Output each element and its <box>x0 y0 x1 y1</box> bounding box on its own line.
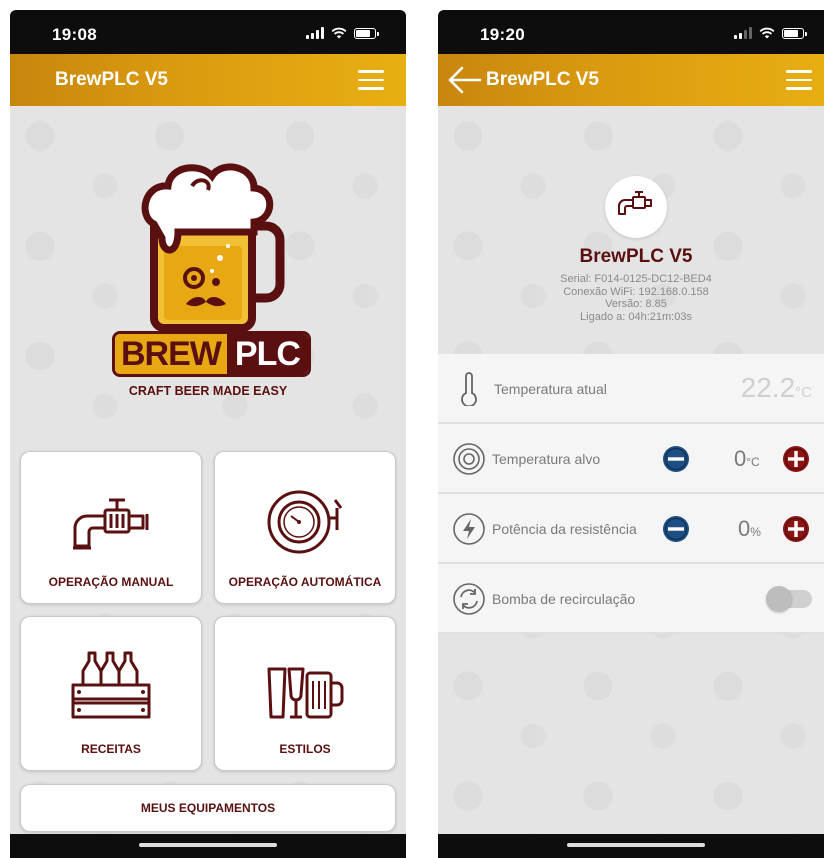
device-screen: 19:20 BrewPLC V5 BrewPLC V5 Serial: F014… <box>438 10 824 858</box>
home-screen: 19:08 BrewPLC V5 BREW PLC CRAFT BEER MAD… <box>10 10 406 858</box>
app-header: BrewPLC V5 <box>438 54 824 106</box>
current-temperature-value: 22.2°C <box>740 372 812 403</box>
device-version: Versão: 8.85 <box>605 298 667 310</box>
battery-icon <box>782 27 807 39</box>
device-uptime: Ligado a: 04h:21m:03s <box>580 310 692 323</box>
target-icon <box>453 443 485 475</box>
app-header: BrewPLC V5 <box>10 54 406 106</box>
wifi-icon <box>759 27 775 39</box>
current-temperature-row: Temperatura atual 22.2°C <box>438 354 824 424</box>
cellular-signal-icon <box>734 27 752 39</box>
manual-operation-label: OPERAÇÃO MANUAL <box>48 575 174 589</box>
app-title: BrewPLC V5 <box>55 69 168 90</box>
recirculation-pump-row: Bomba de recirculação <box>438 564 824 634</box>
cellular-signal-icon <box>306 27 324 39</box>
device-faucet-icon <box>605 176 667 238</box>
my-equipment-label: MEUS EQUIPAMENTOS <box>140 801 276 815</box>
status-bar: 19:20 <box>438 10 824 54</box>
heater-power-row: Potência da resistência 0% <box>438 494 824 564</box>
timer-keg-icon <box>267 490 343 554</box>
lightning-icon <box>453 513 485 545</box>
thermometer-icon <box>461 372 477 406</box>
manual-operation-button[interactable]: OPERAÇÃO MANUAL <box>20 451 202 604</box>
status-bar: 19:08 <box>10 10 406 54</box>
recirculation-icon <box>453 583 485 615</box>
recipes-label: RECEITAS <box>81 742 141 756</box>
brand-right: PLC <box>226 334 308 374</box>
status-time: 19:20 <box>480 25 525 44</box>
glasses-icon <box>267 667 344 719</box>
recirculation-pump-label: Bomba de recirculação <box>492 591 636 607</box>
styles-label: ESTILOS <box>279 742 331 756</box>
device-content: BrewPLC V5 Serial: F014-0125-DC12-BED4 C… <box>438 106 824 858</box>
device-info: Serial: F014-0125-DC12-BED4 Conexão WiFi… <box>438 273 824 323</box>
brand-tagline: CRAFT BEER MADE EASY <box>128 384 288 398</box>
recirculation-pump-toggle[interactable] <box>766 586 812 612</box>
app-title: BrewPLC V5 <box>486 69 599 90</box>
heater-power-value: 0% <box>738 516 761 541</box>
heater-power-increase-button[interactable] <box>782 515 810 543</box>
status-indicators <box>306 26 379 40</box>
target-temperature-increase-button[interactable] <box>782 445 810 473</box>
home-content: BREW PLC CRAFT BEER MADE EASY OPERAÇÃO M… <box>10 106 406 858</box>
target-temperature-row: Temperatura alvo 0°C <box>438 424 824 494</box>
hamburger-menu-icon[interactable] <box>786 70 812 90</box>
brand-banner: BREW PLC <box>112 331 311 377</box>
target-temperature-value: 0°C <box>734 446 760 471</box>
automatic-operation-label: OPERAÇÃO AUTOMÁTICA <box>228 575 382 589</box>
battery-icon <box>354 27 379 39</box>
faucet-icon <box>73 498 149 550</box>
bottle-crate-icon <box>71 651 151 719</box>
device-name: BrewPLC V5 <box>579 246 693 267</box>
status-indicators <box>734 26 807 40</box>
current-temperature-label: Temperatura atual <box>494 381 607 397</box>
my-equipment-button[interactable]: MEUS EQUIPAMENTOS <box>20 784 396 832</box>
target-temperature-decrease-button[interactable] <box>662 445 690 473</box>
heater-power-label: Potência da resistência <box>492 521 637 537</box>
recipes-button[interactable]: RECEITAS <box>20 616 202 771</box>
styles-button[interactable]: ESTILOS <box>214 616 396 771</box>
home-indicator[interactable] <box>438 834 824 858</box>
home-indicator[interactable] <box>10 834 406 858</box>
status-time: 19:08 <box>52 25 97 44</box>
device-serial: Serial: F014-0125-DC12-BED4 <box>560 273 712 285</box>
heater-power-decrease-button[interactable] <box>662 515 690 543</box>
target-temperature-label: Temperatura alvo <box>492 451 601 467</box>
wifi-icon <box>331 27 347 39</box>
brand-left: BREW <box>115 334 227 374</box>
control-rows: Temperatura atual 22.2°C Temperatura alv… <box>438 354 824 634</box>
device-wifi: Conexão WiFi: 192.168.0.158 <box>563 285 709 298</box>
back-arrow-icon[interactable] <box>446 65 486 95</box>
hamburger-menu-icon[interactable] <box>358 70 384 90</box>
automatic-operation-button[interactable]: OPERAÇÃO AUTOMÁTICA <box>214 451 396 604</box>
